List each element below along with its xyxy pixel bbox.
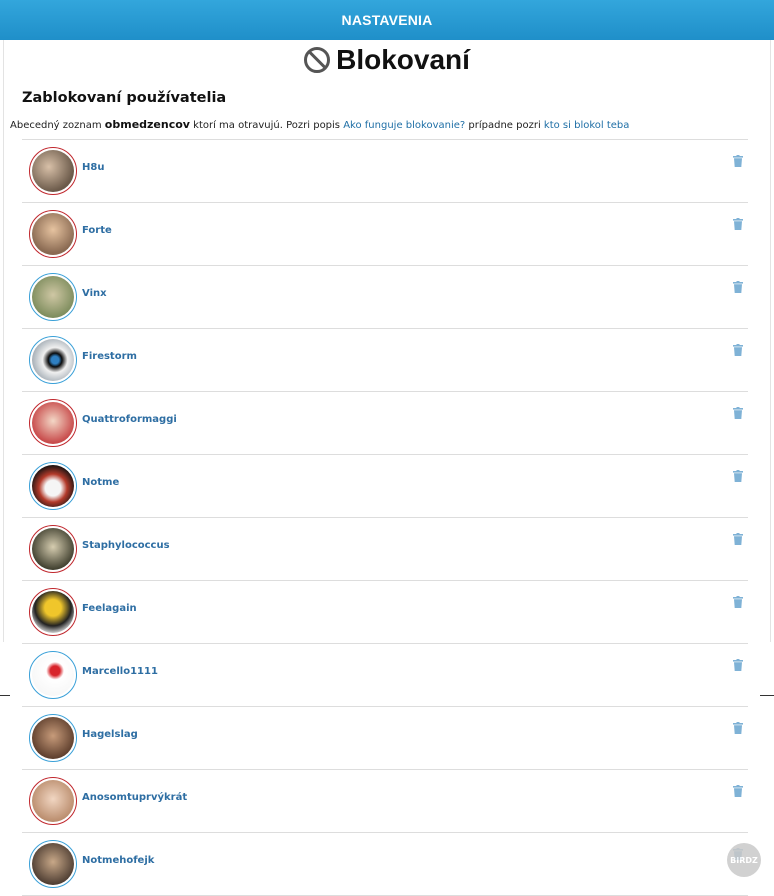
avatar[interactable] (29, 777, 77, 825)
username-link[interactable]: Quattroformaggi (82, 414, 177, 425)
watermark-logo: BIRDZ (727, 843, 761, 877)
username-link[interactable]: Marcello1111 (82, 666, 158, 677)
list-item: Notme (22, 455, 748, 518)
avatar[interactable] (29, 273, 77, 321)
block-icon (304, 47, 331, 73)
username-link[interactable]: Notme (82, 477, 119, 488)
trash-icon[interactable] (733, 533, 743, 545)
section-heading: Zablokovaní používatelia (22, 90, 227, 106)
desc-text-2: ktorí ma otravujú. Pozri popis (193, 120, 341, 131)
section-description: Abecedný zoznam obmedzencov ktorí ma otr… (10, 118, 770, 131)
avatar-image (32, 717, 74, 759)
list-item: Forte (22, 203, 748, 266)
username-link[interactable]: Firestorm (82, 351, 137, 362)
trash-icon[interactable] (733, 407, 743, 419)
trash-icon[interactable] (733, 344, 743, 356)
list-item: Quattroformaggi (22, 392, 748, 455)
username-link[interactable]: H8u (82, 162, 104, 173)
trash-icon[interactable] (733, 596, 743, 608)
link-how-blocking-works[interactable]: Ako funguje blokovanie? (343, 120, 465, 131)
avatar-image (32, 339, 74, 381)
list-item: Notmehofejk (22, 833, 748, 896)
avatar-image (32, 465, 74, 507)
username-link[interactable]: Anosomtuprvýkrát (82, 792, 187, 803)
avatar-image (32, 528, 74, 570)
desc-text-1: Abecedný zoznam (10, 120, 102, 131)
trash-icon[interactable] (733, 722, 743, 734)
desc-text-3: prípadne pozri (468, 120, 541, 131)
blocked-user-list: H8u Forte Vinx Firestorm Quattroformaggi Notm… (22, 139, 748, 896)
desc-bold: obmedzencov (104, 118, 190, 131)
avatar[interactable] (29, 462, 77, 510)
avatar-image (32, 150, 74, 192)
list-item: Hagelslag (22, 707, 748, 770)
page-title-text: Blokovaní (336, 44, 470, 75)
trash-icon[interactable] (733, 785, 743, 797)
trash-icon[interactable] (733, 659, 743, 671)
avatar[interactable] (29, 210, 77, 258)
trash-icon[interactable] (733, 155, 743, 167)
username-link[interactable]: Staphylococcus (82, 540, 170, 551)
username-link[interactable]: Notmehofejk (82, 855, 154, 866)
avatar-image (32, 591, 74, 633)
list-item: H8u (22, 140, 748, 203)
avatar-image (32, 276, 74, 318)
avatar[interactable] (29, 714, 77, 762)
list-item: Feelagain (22, 581, 748, 644)
list-item: Marcello1111 (22, 644, 748, 707)
username-link[interactable]: Forte (82, 225, 112, 236)
divider-left (0, 695, 10, 696)
list-item: Staphylococcus (22, 518, 748, 581)
link-who-blocked-you[interactable]: kto si blokol teba (544, 120, 629, 131)
avatar[interactable] (29, 336, 77, 384)
username-link[interactable]: Vinx (82, 288, 107, 299)
avatar[interactable] (29, 588, 77, 636)
avatar[interactable] (29, 651, 77, 699)
avatar-image (32, 654, 74, 696)
top-bar-title: NASTAVENIA (341, 12, 433, 28)
avatar-image (32, 402, 74, 444)
avatar[interactable] (29, 840, 77, 888)
list-item: Firestorm (22, 329, 748, 392)
avatar[interactable] (29, 147, 77, 195)
watermark-text: BIRDZ (730, 855, 758, 865)
avatar-image (32, 213, 74, 255)
list-item: Vinx (22, 266, 748, 329)
avatar-image (32, 780, 74, 822)
trash-icon[interactable] (733, 470, 743, 482)
top-bar: NASTAVENIA (0, 0, 774, 40)
username-link[interactable]: Feelagain (82, 603, 137, 614)
list-item: Anosomtuprvýkrát (22, 770, 748, 833)
page-title: Blokovaní (0, 40, 774, 80)
avatar[interactable] (29, 525, 77, 573)
trash-icon[interactable] (733, 218, 743, 230)
trash-icon[interactable] (733, 281, 743, 293)
avatar[interactable] (29, 399, 77, 447)
username-link[interactable]: Hagelslag (82, 729, 138, 740)
avatar-image (32, 843, 74, 885)
divider-right (760, 695, 774, 696)
